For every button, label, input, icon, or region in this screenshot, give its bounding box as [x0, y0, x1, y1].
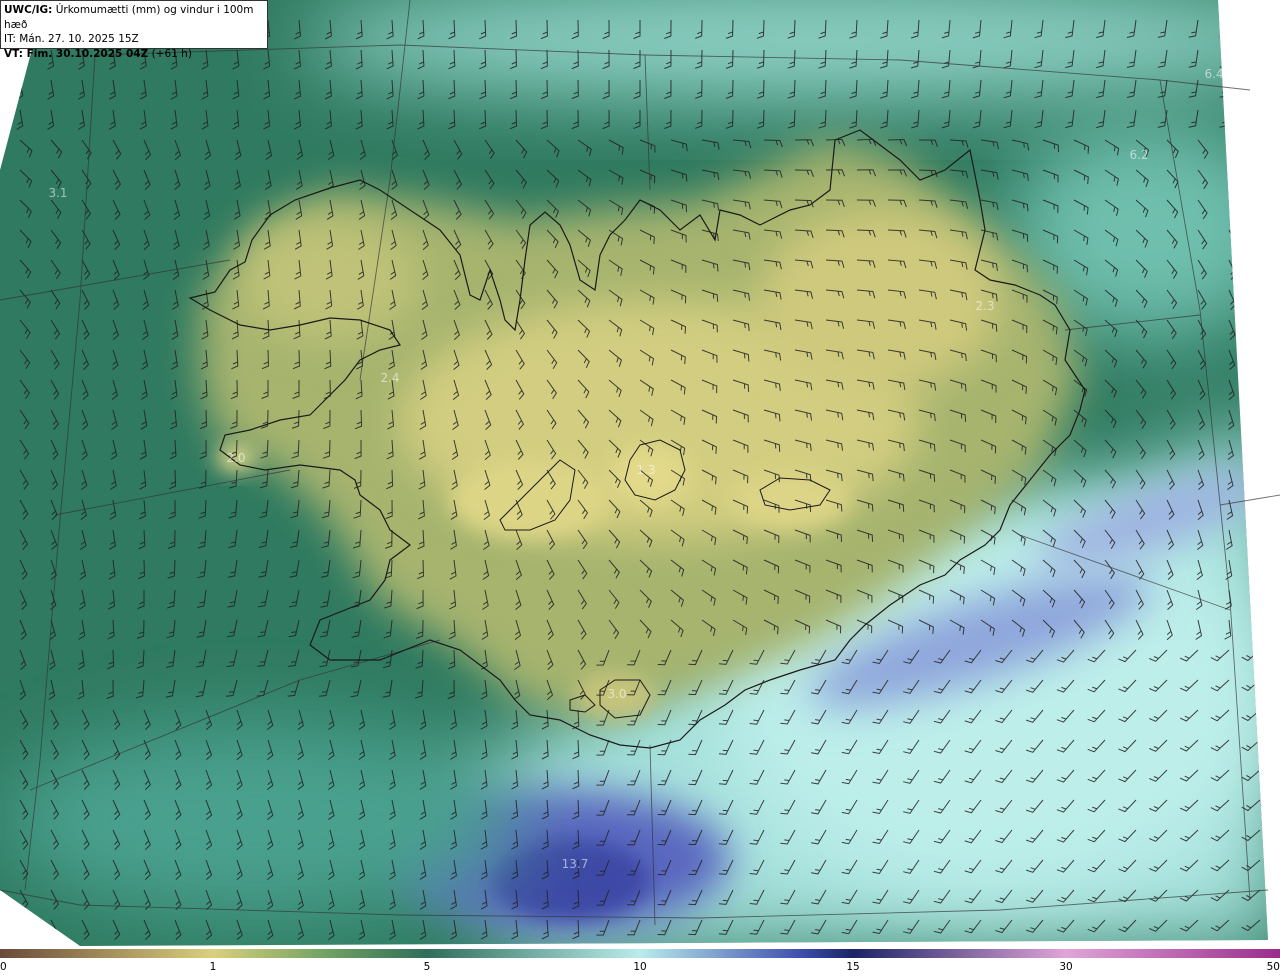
- map-value-label: 3.1: [48, 186, 68, 200]
- header-title-line: UWC/IG: Úrkomumætti (mm) og vindur i 100…: [4, 3, 264, 32]
- valid-time-line: VT: Fim. 30.10.2025 04Z (+61 h): [4, 47, 264, 62]
- model-name: UWC/IG:: [4, 4, 53, 16]
- map-header: UWC/IG: Úrkomumætti (mm) og vindur i 100…: [0, 0, 268, 60]
- colorbar-tick-label: 50: [1266, 961, 1280, 973]
- colorbar-tick-label: 10: [633, 961, 647, 973]
- map-value-label: 1.3: [636, 463, 656, 477]
- colorbar-tick-label: 5: [423, 961, 431, 973]
- valid-time: VT: Fim. 30.10.2025 04Z: [4, 47, 149, 60]
- colorbar-tick-label: 1: [209, 961, 217, 973]
- map-value-label: 2.3: [975, 299, 995, 313]
- map-value-label: 2.0: [226, 451, 246, 465]
- colorbar: 0 1 5 10 15 30 50: [0, 946, 1280, 978]
- forecast-hour: (+61 h): [151, 47, 192, 60]
- map-value-label: 6.4: [1204, 67, 1224, 81]
- map-value-label: 3.0: [607, 687, 627, 701]
- colorbar-gradient: [0, 949, 1280, 958]
- issue-time: IT: Mán. 27. 10. 2025 15Z: [4, 33, 139, 45]
- map-value-label: 6.2: [1129, 148, 1149, 162]
- colorbar-tick-label: 15: [846, 961, 860, 973]
- colorbar-tick-label: 0: [0, 961, 7, 973]
- map-value-label: 2.4: [380, 371, 400, 385]
- map-value-label: 13.7: [561, 857, 589, 871]
- colorbar-tick-label: 30: [1059, 961, 1073, 973]
